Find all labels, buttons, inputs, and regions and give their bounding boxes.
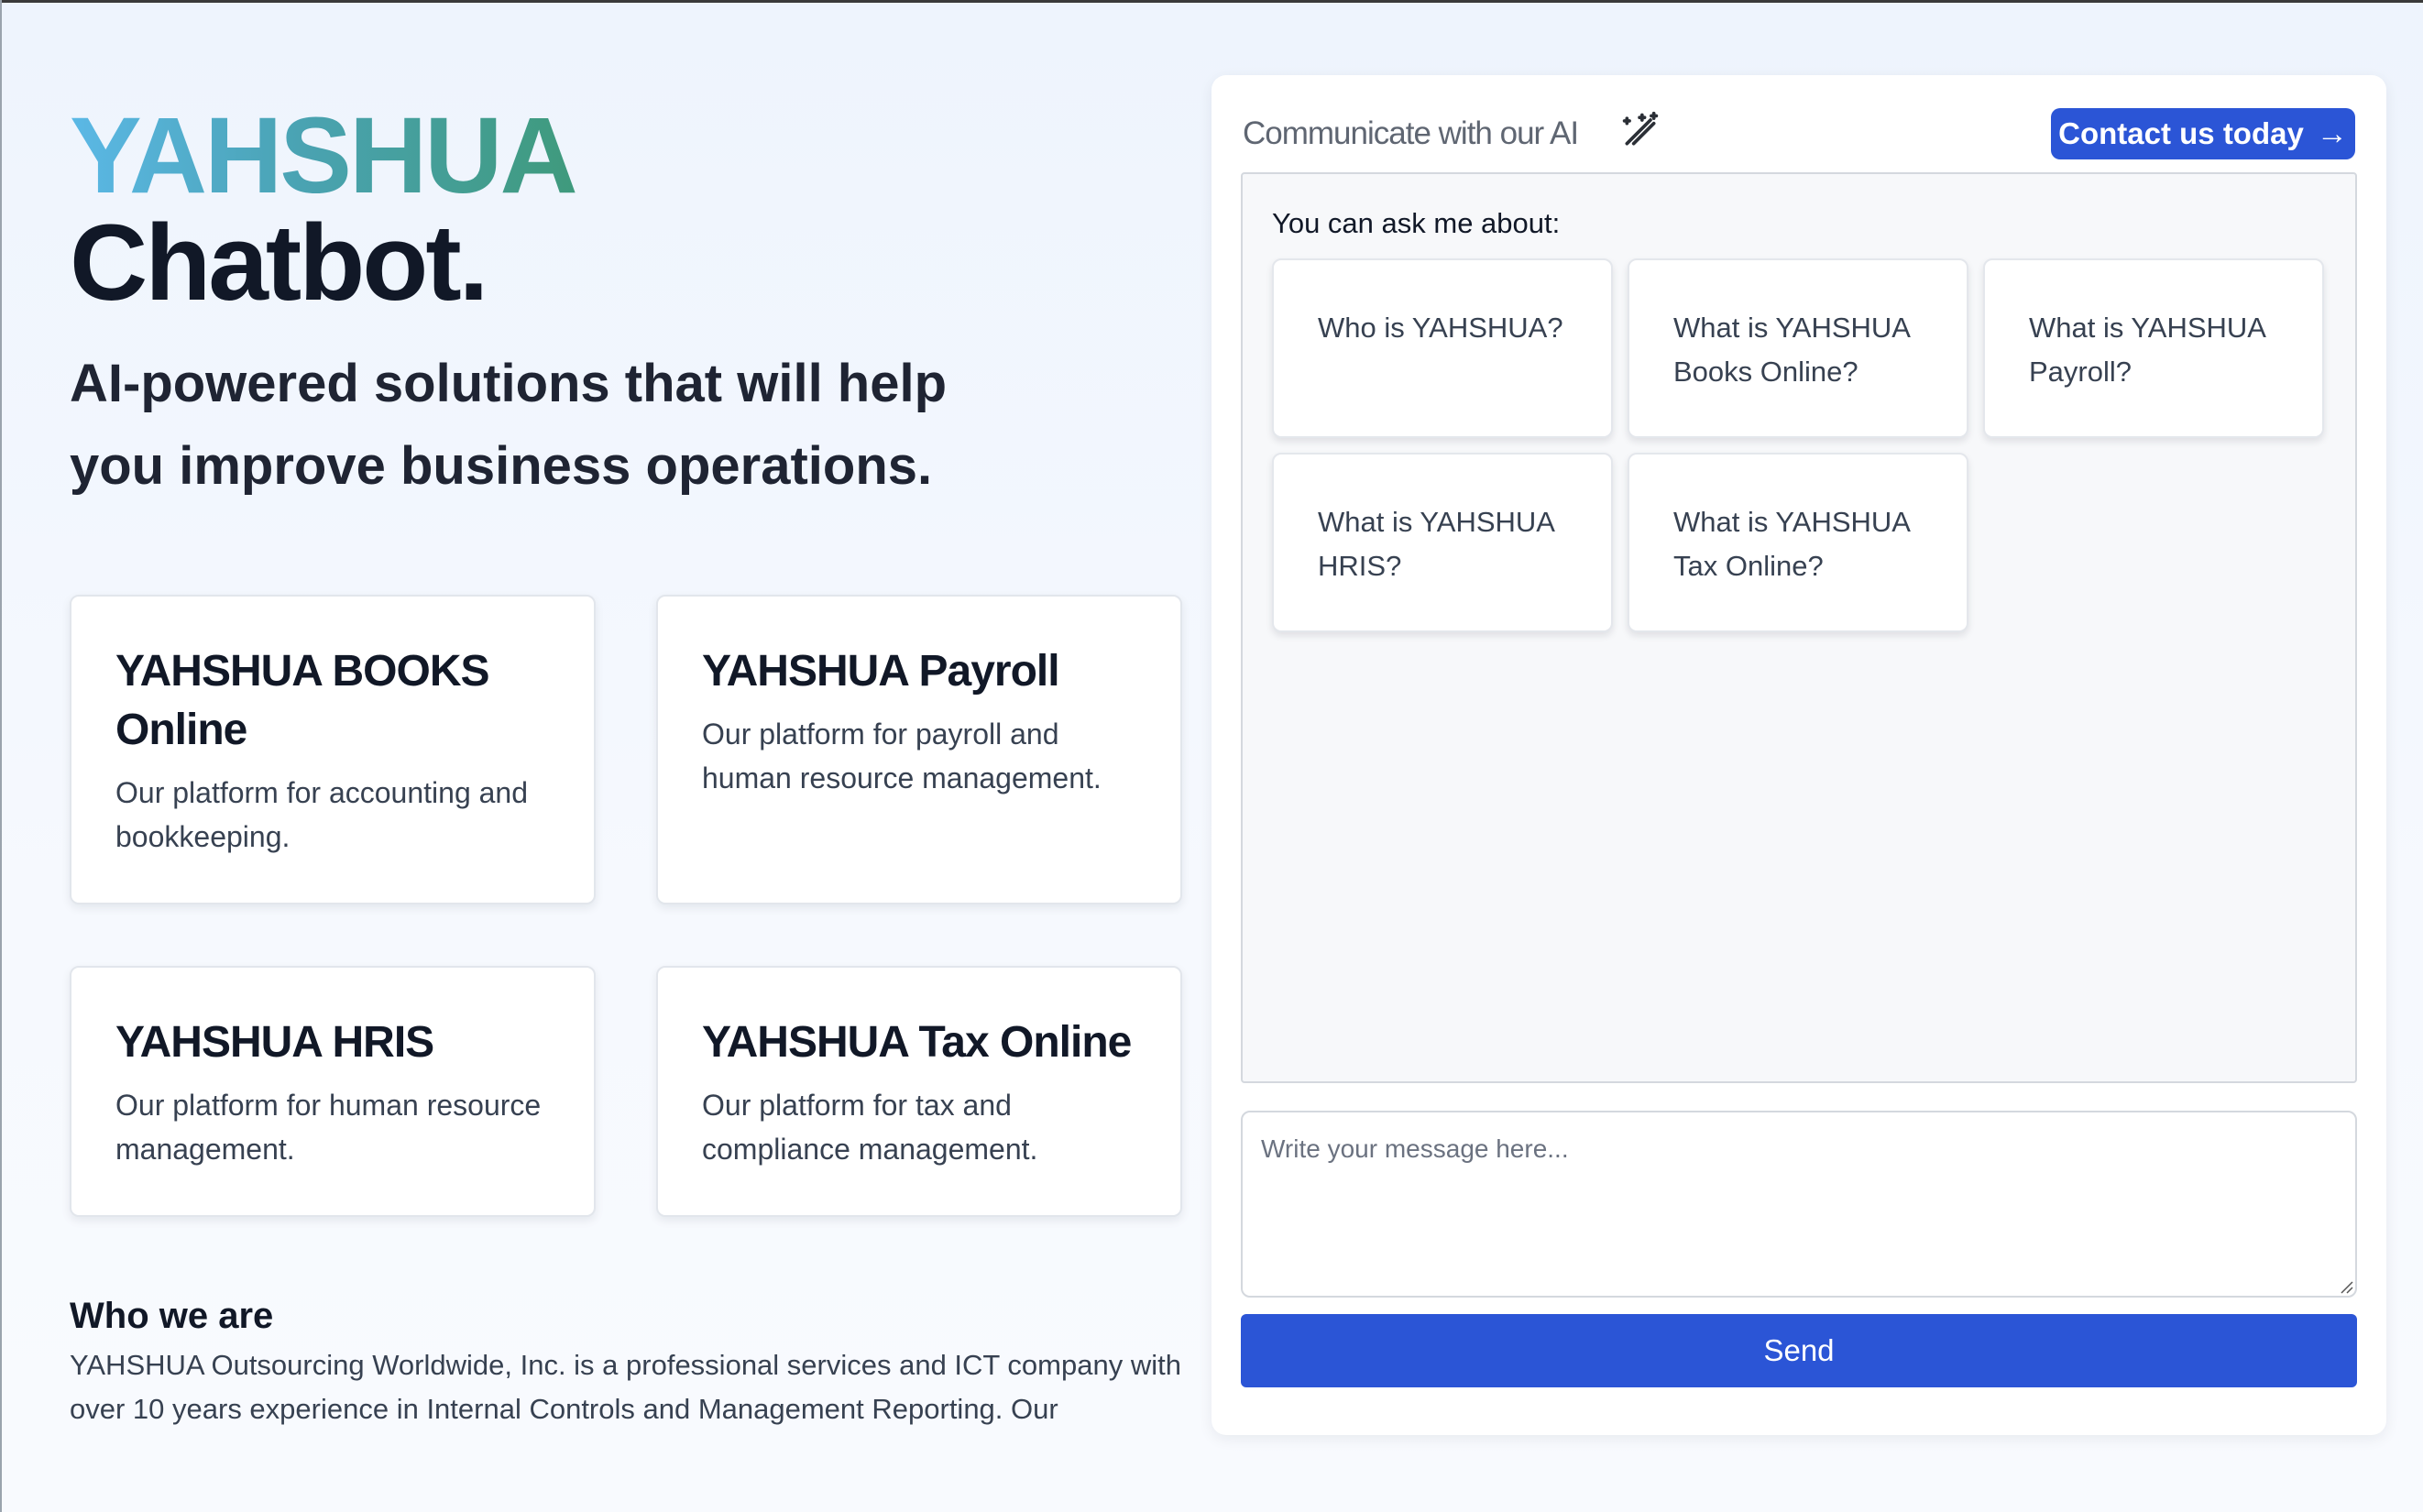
product-card-title: YAHSHUA Payroll [702, 647, 1060, 696]
contact-us-label: Contact us today [2058, 116, 2304, 150]
message-input[interactable] [1241, 1111, 2357, 1298]
window-left-border [0, 0, 2, 1512]
page-title: Chatbot. [70, 203, 488, 323]
product-card-description: Our platform for accounting and bookkeep… [115, 776, 529, 853]
suggestion-books-online[interactable]: What is YAHSHUA Books Online? [1628, 258, 1968, 438]
tagline: AI-powered solutions that will help you … [70, 343, 1078, 508]
suggestion-tax-online[interactable]: What is YAHSHUA Tax Online? [1628, 453, 1968, 632]
chat-message-area[interactable]: You can ask me about: Who is YAHSHUA? Wh… [1241, 172, 2357, 1083]
suggestion-hris[interactable]: What is YAHSHUA HRIS? [1272, 453, 1613, 632]
window-top-border [0, 0, 2423, 3]
suggestions-label: You can ask me about: [1272, 207, 1561, 239]
about-section: Who we are YAHSHUA Outsourcing Worldwide… [70, 1292, 1197, 1431]
product-card-description: Our platform for payroll and human resou… [702, 718, 1102, 794]
tagline-line-2: you improve business operations. [70, 436, 933, 496]
brand-name: YAHSHUA [70, 95, 578, 216]
contact-us-button[interactable]: Contact us today → [2051, 108, 2355, 159]
chat-panel-header: Communicate with our AI Contact us today… [1243, 108, 2355, 163]
product-card-books: YAHSHUA BOOKS Online Our platform for ac… [70, 595, 596, 904]
product-card-description: Our platform for tax and compliance mana… [702, 1089, 1038, 1166]
send-button[interactable]: Send [1241, 1314, 2357, 1387]
chat-panel: Communicate with our AI Contact us today… [1212, 75, 2386, 1435]
resize-grip-icon[interactable] [2339, 1279, 2353, 1294]
product-card-hris: YAHSHUA HRIS Our platform for human reso… [70, 966, 596, 1217]
about-text: YAHSHUA Outsourcing Worldwide, Inc. is a… [70, 1349, 1181, 1425]
product-card-description: Our platform for human resource manageme… [115, 1089, 542, 1166]
product-card-tax: YAHSHUA Tax Online Our platform for tax … [656, 966, 1182, 1217]
hero-section: YAHSHUA Chatbot. AI-powered solutions th… [70, 101, 1183, 508]
about-heading: Who we are [70, 1296, 274, 1336]
product-card-title: YAHSHUA BOOKS Online [115, 647, 490, 754]
product-card-title: YAHSHUA HRIS [115, 1018, 434, 1067]
suggestion-who-is-yahshua[interactable]: Who is YAHSHUA? [1272, 258, 1613, 438]
chat-panel-title: Communicate with our AI [1243, 115, 1579, 151]
magic-wand-icon [1622, 111, 1659, 146]
arrow-right-icon: → [2316, 115, 2348, 151]
product-card-title: YAHSHUA Tax Online [702, 1018, 1132, 1067]
tagline-line-1: AI-powered solutions that will help [70, 354, 948, 413]
product-card-payroll: YAHSHUA Payroll Our platform for payroll… [656, 595, 1182, 904]
suggestion-payroll[interactable]: What is YAHSHUA Payroll? [1983, 258, 2324, 438]
